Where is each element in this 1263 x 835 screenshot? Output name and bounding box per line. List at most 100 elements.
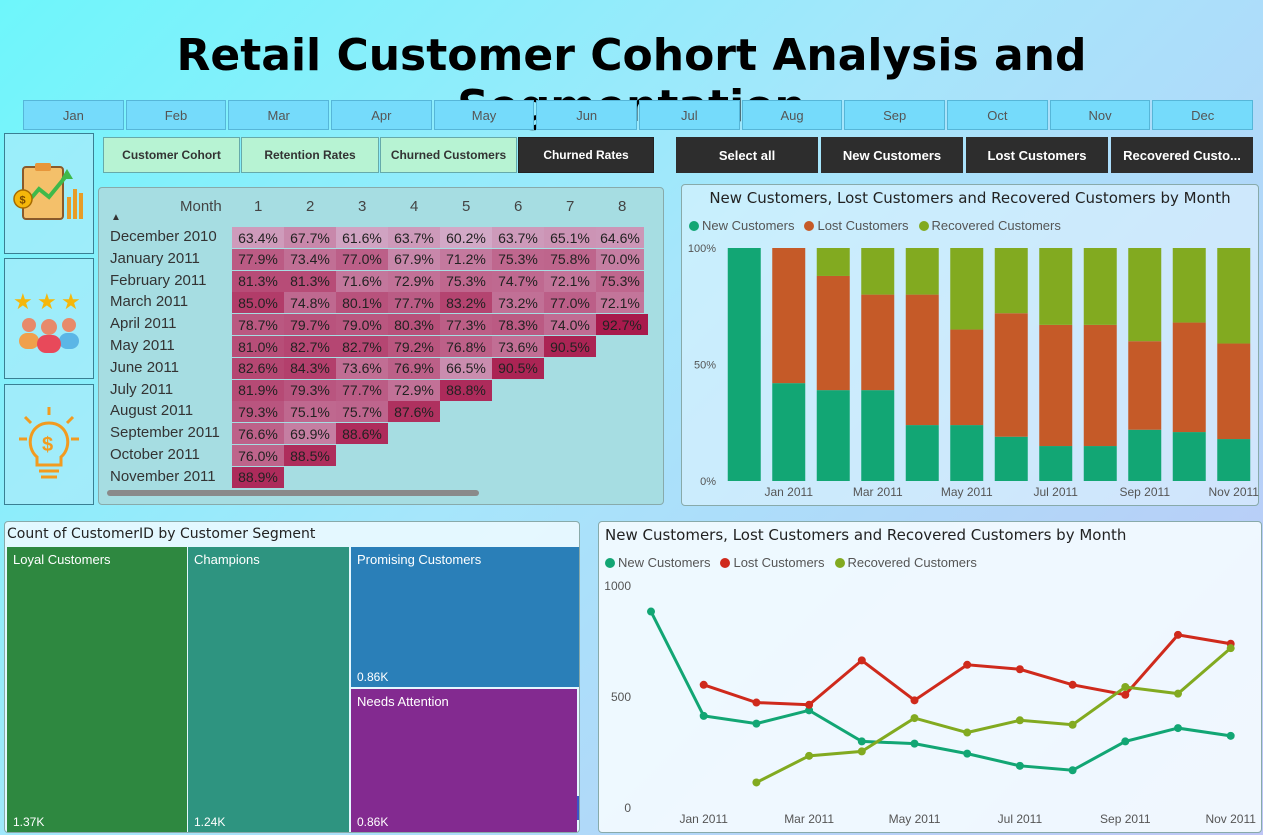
data-point[interactable] bbox=[1068, 720, 1077, 729]
data-point[interactable] bbox=[1015, 761, 1024, 770]
bar-segment[interactable] bbox=[861, 390, 895, 481]
month-button-nov[interactable]: Nov bbox=[1049, 100, 1151, 130]
data-point[interactable] bbox=[1226, 731, 1235, 740]
cohort-cell[interactable]: 90.5% bbox=[544, 336, 596, 357]
month-button-mar[interactable]: Mar bbox=[228, 100, 330, 130]
recovered-customers-button[interactable]: Recovered Custo... bbox=[1111, 137, 1253, 173]
cohort-cell[interactable]: 76.9% bbox=[388, 357, 440, 379]
cohort-cell[interactable]: 82.7% bbox=[336, 336, 388, 357]
cohort-cell[interactable]: 75.3% bbox=[596, 270, 644, 292]
cohort-cell[interactable]: 76.8% bbox=[440, 336, 492, 357]
bar-segment[interactable] bbox=[1128, 248, 1162, 342]
bar-segment[interactable] bbox=[1217, 343, 1251, 440]
cohort-cell[interactable]: 74.7% bbox=[492, 270, 544, 292]
cohort-cell[interactable]: 80.3% bbox=[388, 314, 440, 336]
tab-customer-cohort[interactable]: Customer Cohort bbox=[103, 137, 240, 173]
bar-segment[interactable] bbox=[1039, 248, 1073, 325]
cohort-cell[interactable]: 88.8% bbox=[440, 379, 492, 401]
cohort-cell[interactable]: 79.7% bbox=[284, 314, 336, 336]
cohort-cell[interactable]: 81.0% bbox=[232, 336, 284, 357]
month-button-dec[interactable]: Dec bbox=[1152, 100, 1254, 130]
cohort-cell[interactable]: 87.6% bbox=[388, 401, 440, 423]
cohort-cell[interactable]: 82.7% bbox=[284, 336, 336, 357]
bar-segment[interactable] bbox=[816, 248, 850, 276]
cohort-cell[interactable]: 73.6% bbox=[492, 336, 544, 357]
bar-segment[interactable] bbox=[905, 294, 939, 426]
cohort-cell[interactable]: 81.3% bbox=[232, 270, 284, 292]
tab-churned-customers[interactable]: Churned Customers bbox=[380, 137, 517, 173]
cohort-cell[interactable]: 75.3% bbox=[492, 248, 544, 270]
data-point[interactable] bbox=[1121, 690, 1130, 699]
cohort-cell[interactable]: 73.6% bbox=[336, 357, 388, 379]
cohort-cell[interactable]: 79.3% bbox=[232, 401, 284, 423]
cohort-cell[interactable]: 76.0% bbox=[232, 445, 284, 466]
data-point[interactable] bbox=[1174, 689, 1182, 698]
cohort-cell[interactable]: 75.8% bbox=[544, 248, 596, 270]
cohort-cell[interactable]: 60.2% bbox=[440, 227, 492, 248]
select-all-button[interactable]: Select all bbox=[676, 137, 818, 173]
bar-segment[interactable] bbox=[1172, 248, 1206, 323]
data-point[interactable] bbox=[910, 714, 919, 723]
cohort-cell[interactable]: 78.3% bbox=[492, 314, 544, 336]
tile-needs-attention[interactable]: Needs Attention 0.86K bbox=[351, 689, 577, 832]
cohort-cell[interactable]: 70.0% bbox=[596, 248, 644, 270]
side-nav-rating[interactable]: ★ ★ ★ bbox=[4, 258, 94, 379]
bar-segment[interactable] bbox=[994, 248, 1028, 314]
cohort-cell[interactable]: 81.3% bbox=[284, 270, 336, 292]
cohort-cell[interactable]: 74.0% bbox=[544, 314, 596, 336]
data-point[interactable] bbox=[1015, 665, 1024, 674]
month-button-feb[interactable]: Feb bbox=[125, 100, 227, 130]
bar-segment[interactable] bbox=[950, 248, 984, 330]
bar-segment[interactable] bbox=[772, 383, 806, 481]
data-point[interactable] bbox=[1068, 680, 1077, 689]
bar-segment[interactable] bbox=[950, 425, 984, 481]
data-point[interactable] bbox=[857, 656, 866, 665]
cohort-cell[interactable]: 75.3% bbox=[440, 270, 492, 292]
data-point[interactable] bbox=[963, 728, 972, 737]
cohort-cell[interactable]: 88.6% bbox=[336, 423, 388, 445]
cohort-cell[interactable]: 77.7% bbox=[388, 292, 440, 314]
data-point[interactable] bbox=[1068, 766, 1077, 775]
bar-segment[interactable] bbox=[905, 248, 939, 295]
bar-segment[interactable] bbox=[1172, 322, 1206, 433]
cohort-cell[interactable]: 64.6% bbox=[596, 227, 644, 248]
cohort-cell[interactable]: 72.9% bbox=[388, 379, 440, 401]
cohort-cell[interactable]: 71.6% bbox=[336, 270, 388, 292]
cohort-cell[interactable]: 72.1% bbox=[596, 292, 644, 314]
cohort-cell[interactable]: 77.7% bbox=[336, 379, 388, 401]
data-point[interactable] bbox=[963, 749, 972, 758]
month-button-sep[interactable]: Sep bbox=[844, 100, 946, 130]
side-nav-insight[interactable]: $ bbox=[4, 384, 94, 505]
data-point[interactable] bbox=[805, 751, 814, 760]
bar-segment[interactable] bbox=[772, 248, 806, 384]
bar-segment[interactable] bbox=[1217, 439, 1251, 481]
bar-segment[interactable] bbox=[1083, 446, 1117, 481]
cohort-cell[interactable]: 79.0% bbox=[336, 314, 388, 336]
data-point[interactable] bbox=[752, 698, 761, 707]
month-button-jul[interactable]: Jul bbox=[639, 100, 740, 130]
cohort-cell[interactable]: 65.1% bbox=[544, 227, 596, 248]
data-point[interactable] bbox=[1121, 737, 1130, 746]
bar-segment[interactable] bbox=[1217, 248, 1251, 344]
tab-retention-rates[interactable]: Retention Rates bbox=[241, 137, 379, 173]
bar-segment[interactable] bbox=[950, 329, 984, 426]
bar-segment[interactable] bbox=[816, 390, 850, 481]
data-point[interactable] bbox=[1121, 683, 1130, 692]
cohort-cell[interactable]: 61.6% bbox=[336, 227, 388, 248]
cohort-cell[interactable]: 80.1% bbox=[336, 292, 388, 314]
cohort-cell[interactable]: 72.9% bbox=[388, 270, 440, 292]
bar-segment[interactable] bbox=[1128, 341, 1162, 430]
month-button-jan[interactable]: Jan bbox=[23, 100, 124, 130]
cohort-cell[interactable]: 77.9% bbox=[232, 248, 284, 270]
cohort-cell[interactable]: 77.0% bbox=[336, 248, 388, 270]
cohort-cell[interactable]: 92.7% bbox=[596, 314, 648, 336]
bar-segment[interactable] bbox=[1172, 432, 1206, 481]
bar-segment[interactable] bbox=[1083, 248, 1117, 325]
data-point[interactable] bbox=[963, 660, 972, 669]
bar-segment[interactable] bbox=[861, 294, 895, 391]
tile-small-segment[interactable] bbox=[577, 796, 579, 820]
month-button-apr[interactable]: Apr bbox=[331, 100, 432, 130]
cohort-cell[interactable]: 63.7% bbox=[492, 227, 544, 248]
cohort-cell[interactable]: 75.7% bbox=[336, 401, 388, 423]
cohort-cell[interactable]: 67.7% bbox=[284, 227, 336, 248]
